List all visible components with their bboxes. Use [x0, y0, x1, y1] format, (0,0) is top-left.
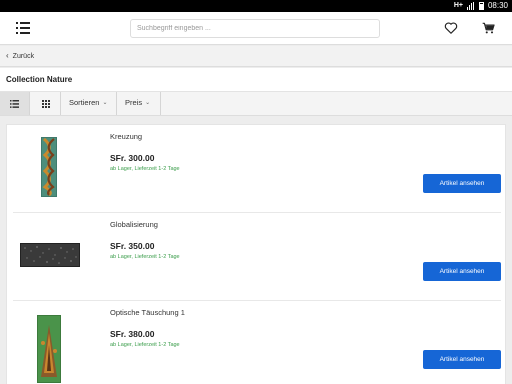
chevron-left-icon: ‹ — [6, 51, 9, 60]
product-card[interactable]: Globalisierung SFr. 350.00 ab Lager, Lie… — [7, 213, 507, 301]
sort-dropdown[interactable]: Sortieren ⌄ — [69, 98, 107, 107]
back-bar: ‹ Zurück — [0, 46, 512, 67]
product-price: SFr. 300.00 — [110, 153, 155, 163]
list-toolbar: Sortieren ⌄ Preis ⌄ — [0, 92, 512, 116]
product-name[interactable]: Kreuzung — [110, 132, 142, 141]
price-filter-dropdown[interactable]: Preis ⌄ — [125, 98, 150, 107]
page-title: Collection Nature — [6, 75, 73, 84]
chevron-down-icon: ⌄ — [145, 100, 151, 106]
product-image-globalisierung[interactable] — [20, 243, 80, 267]
heart-icon[interactable] — [444, 21, 458, 35]
product-availability: ab Lager, Lieferzeit 1-2 Tage — [110, 342, 180, 348]
grid-view-icon — [41, 99, 50, 108]
product-name[interactable]: Globalisierung — [110, 220, 158, 229]
menu-icon[interactable] — [16, 22, 30, 34]
product-price: SFr. 380.00 — [110, 329, 155, 339]
product-image-kreuzung[interactable] — [41, 137, 57, 197]
product-name[interactable]: Optische Täuschung 1 — [110, 308, 185, 317]
status-bar: H+ 08:30 — [0, 0, 512, 12]
chevron-down-icon: ⌄ — [102, 100, 108, 106]
price-filter-label: Preis — [125, 98, 143, 107]
view-article-button[interactable]: Artikel ansehen — [423, 350, 501, 369]
product-image-optische-taeuschung[interactable] — [37, 315, 61, 383]
product-availability: ab Lager, Lieferzeit 1-2 Tage — [110, 166, 180, 172]
sort-label: Sortieren — [69, 98, 100, 107]
back-button[interactable]: ‹ Zurück — [6, 52, 34, 60]
search-input[interactable] — [130, 19, 380, 38]
battery-icon — [478, 1, 484, 10]
back-label: Zurück — [12, 52, 35, 60]
product-card[interactable]: Kreuzung SFr. 300.00 ab Lager, Lieferzei… — [7, 125, 507, 213]
signal-icon — [466, 1, 475, 10]
view-article-button[interactable]: Artikel ansehen — [423, 262, 501, 281]
product-price: SFr. 350.00 — [110, 241, 155, 251]
title-bar: Collection Nature — [0, 68, 512, 92]
list-view-icon — [10, 99, 19, 108]
cart-icon[interactable] — [481, 21, 496, 35]
list-view-button[interactable] — [0, 92, 30, 115]
product-availability: ab Lager, Lieferzeit 1-2 Tage — [110, 254, 180, 260]
grid-view-button[interactable] — [31, 92, 61, 115]
product-list: Kreuzung SFr. 300.00 ab Lager, Lieferzei… — [6, 124, 506, 384]
network-type: H+ — [453, 2, 463, 9]
view-article-button[interactable]: Artikel ansehen — [423, 174, 501, 193]
product-card[interactable]: Optische Täuschung 1 SFr. 380.00 ab Lage… — [7, 301, 507, 384]
app-bar — [0, 12, 512, 45]
clock: 08:30 — [487, 1, 508, 10]
